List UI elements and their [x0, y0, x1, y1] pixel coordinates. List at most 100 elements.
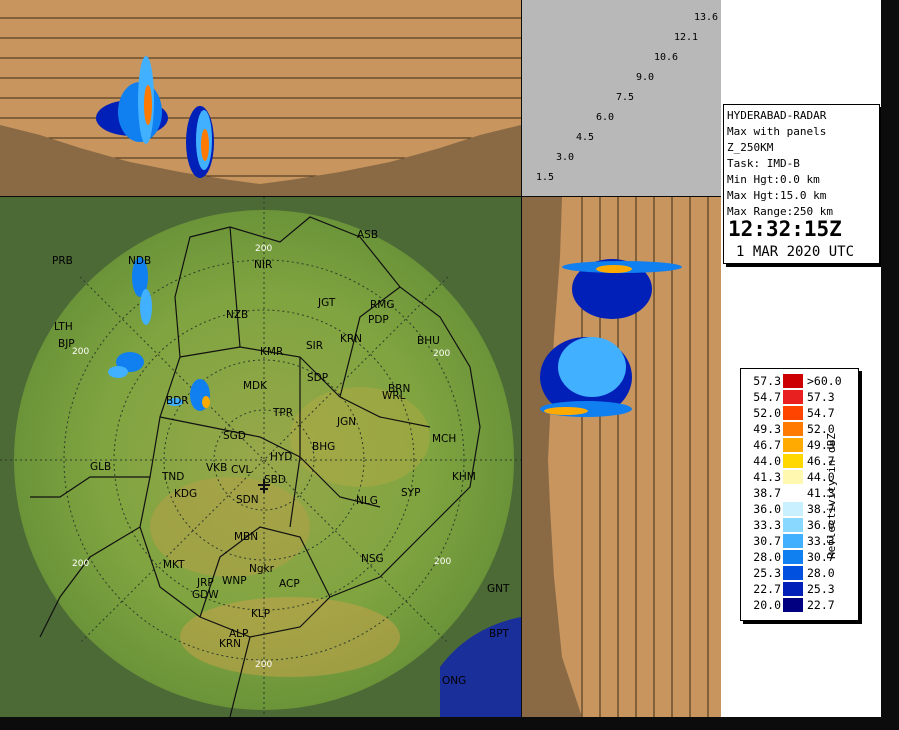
legend-high-value: 28.0: [807, 566, 835, 580]
side-height-panel: [522, 197, 721, 717]
legend-low-value: 36.0: [753, 502, 781, 516]
height-label-7: 4.5: [576, 132, 595, 143]
city-label: BHU: [417, 335, 440, 347]
height-label-2: 12.1: [674, 32, 699, 43]
city-label: SYP: [401, 487, 421, 499]
max-height: Max Hgt:15.0 km: [727, 189, 827, 202]
legend-low-value: 44.0: [753, 454, 781, 468]
observation-time: 12:32:15Z: [728, 217, 842, 241]
reflectivity-legend: 57.3 >60.0 54.7 57.3 52.0 54.7 49.3 52.0 46.7 49.…: [740, 368, 859, 621]
city-label: KRN: [340, 333, 363, 345]
legend-low-value: 33.3: [753, 518, 781, 532]
legend-swatch: [783, 454, 803, 468]
legend-high-value: 25.3: [807, 582, 835, 596]
city-label: WRL: [382, 390, 406, 402]
city-label: KMR: [260, 346, 284, 358]
height-label-5: 7.5: [616, 92, 635, 103]
legend-low-value: 57.3: [753, 374, 781, 388]
city-label: MKT: [163, 559, 185, 571]
legend-swatch: [783, 598, 803, 612]
legend-low-value: 38.7: [753, 486, 781, 500]
field-name: Z_250KM: [727, 141, 774, 154]
legend-swatch: [783, 582, 803, 596]
legend-low-value: 30.7: [753, 534, 781, 548]
side-echo-south: [540, 337, 632, 417]
legend-swatch: [783, 390, 803, 404]
top-panel-graphics: [0, 17, 521, 196]
range-ring-label-se: 200: [434, 557, 452, 567]
legend-low-value: 20.0: [753, 598, 781, 612]
legend-row: 54.7 57.3: [741, 389, 841, 405]
city-label: VKB: [206, 462, 228, 474]
legend-low-value: 25.3: [753, 566, 781, 580]
legend-low-value: 46.7: [753, 438, 781, 452]
bottom-border: [0, 717, 899, 730]
range-ring-label-s: 200: [255, 660, 273, 670]
legend-swatch: [783, 486, 803, 500]
city-label: RMG: [370, 299, 395, 311]
city-label: GDW: [192, 589, 219, 601]
legend-row: 52.0 54.7: [741, 405, 841, 421]
city-label: MCH: [432, 433, 457, 445]
city-label: PDP: [368, 314, 389, 326]
city-label: TPR: [273, 407, 294, 419]
height-label-9: 1.5: [536, 172, 555, 183]
radar-map[interactable]: 200 200 200 200 200 200 PRB NDB NIR ASB …: [0, 197, 521, 717]
height-label-1: 13.6: [694, 12, 719, 23]
height-label-6: 6.0: [596, 112, 615, 123]
city-label: WNP: [222, 575, 247, 587]
city-label: SDP: [307, 372, 329, 384]
legend-high-value: 22.7: [807, 598, 835, 612]
city-label: KLP: [251, 608, 271, 620]
city-label: GNT: [487, 583, 510, 595]
city-label: BHG: [312, 441, 336, 453]
radar-display: 13.6 12.1 10.6 9.0 7.5 6.0 4.5 3.0 1.5 2…: [0, 0, 899, 730]
min-height: Min Hgt:0.0 km: [727, 173, 820, 186]
city-label: BJP: [58, 338, 75, 350]
city-label: ACP: [279, 578, 300, 590]
city-label: SIR: [306, 340, 324, 352]
legend-row: 57.3 >60.0: [741, 373, 842, 389]
city-label: PRB: [52, 255, 73, 267]
range-ring-label-sw: 200: [72, 559, 90, 569]
height-label-3: 10.6: [654, 52, 679, 63]
city-label: NSG: [361, 553, 384, 565]
legend-swatch: [783, 422, 803, 436]
city-label: BPT: [489, 628, 509, 640]
city-label: JGN: [337, 416, 357, 428]
city-label: SBD: [264, 474, 286, 486]
height-scale-corner: 13.6 12.1 10.6 9.0 7.5 6.0 4.5 3.0 1.5: [522, 0, 721, 196]
legend-swatch: [783, 470, 803, 484]
top-echo-east: [186, 106, 214, 178]
legend-swatch: [783, 518, 803, 532]
legend-swatch: [783, 374, 803, 388]
city-label: LTH: [54, 321, 73, 333]
city-label: JGT: [318, 297, 336, 309]
top-height-panel: [0, 0, 521, 196]
height-label-4: 9.0: [636, 72, 655, 83]
city-label: ONG: [442, 675, 467, 687]
city-label: BDR: [166, 395, 189, 407]
city-label: SDN: [236, 494, 259, 506]
city-label: HYD: [270, 451, 293, 463]
legend-row: 22.7 25.3: [741, 581, 841, 597]
legend-row: 25.3 28.0: [741, 565, 841, 581]
task-name: Task: IMD-B: [727, 157, 800, 170]
city-label: JRP: [197, 577, 214, 589]
legend-swatch: [783, 566, 803, 580]
legend-swatch: [783, 550, 803, 564]
legend-low-value: 41.3: [753, 470, 781, 484]
legend-title: Reflectivity in dBZ: [825, 433, 838, 559]
legend-high-value: 54.7: [807, 406, 835, 420]
legend-low-value: 22.7: [753, 582, 781, 596]
legend-high-value: >60.0: [807, 374, 842, 388]
city-label: CVL: [231, 464, 252, 476]
city-label: NIR: [254, 259, 273, 271]
top-coverage-shadow: [0, 125, 521, 196]
range-ring-label-e: 200: [433, 349, 451, 359]
side-panel-graphics: [522, 197, 709, 717]
product-name: Max with panels: [727, 125, 827, 138]
city-label: NZB: [226, 309, 249, 321]
legend-low-value: 49.3: [753, 422, 781, 436]
city-label: NLG: [356, 495, 378, 507]
